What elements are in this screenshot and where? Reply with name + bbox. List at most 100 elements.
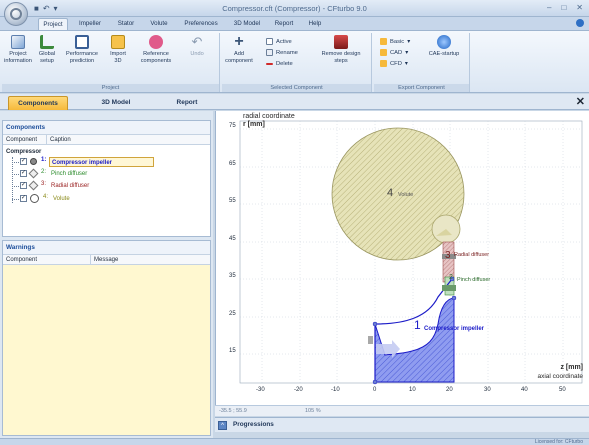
- component-number: 1:: [41, 157, 47, 163]
- x-tick-label: 20: [446, 387, 453, 393]
- tab-stator[interactable]: Stator: [113, 18, 139, 30]
- y-axis-caption: radial coordinate: [243, 113, 295, 120]
- tree-branch: [12, 186, 19, 187]
- reference-components-icon: [149, 35, 163, 49]
- export-cfd-button[interactable]: CFD ▾: [380, 59, 408, 68]
- checkbox-checked-icon[interactable]: ✓: [20, 182, 27, 189]
- cae-startup-label: CAE-startup: [428, 51, 460, 57]
- column-header-component: Component: [3, 135, 47, 144]
- undo-label: Undo: [190, 51, 204, 57]
- tab-preferences[interactable]: Preferences: [180, 18, 222, 30]
- tab-help[interactable]: Help: [305, 18, 325, 30]
- components-panel: Components Component Caption Compressor …: [2, 120, 211, 237]
- add-component-button[interactable]: + Add component: [224, 34, 254, 64]
- meridional-plot[interactable]: radial coordinate r [mm] 75 65 55 45 35 …: [215, 111, 589, 405]
- radial-diffuser-text-label: Radial diffuser: [454, 252, 490, 258]
- export-cad-icon: [380, 49, 387, 56]
- y-tick-label: 55: [229, 198, 236, 204]
- tree-line: [12, 157, 13, 203]
- close-panel-icon[interactable]: ✕: [576, 95, 585, 108]
- components-table-header: Component Caption: [3, 134, 210, 145]
- project-information-button[interactable]: Project information: [4, 35, 32, 64]
- import-3d-label: Import 3D: [110, 51, 126, 64]
- help-icon[interactable]: [576, 19, 584, 27]
- pinch-diffuser-number-label: 2: [449, 274, 453, 281]
- list-item-pinch-diffuser[interactable]: Pinch diffuser: [49, 169, 89, 179]
- performance-prediction-label: Performance prediction: [65, 51, 99, 64]
- import-3d-button[interactable]: Import 3D: [106, 35, 130, 64]
- tab-impeller[interactable]: Impeller: [76, 18, 104, 30]
- export-cfd-label: CFD: [390, 60, 402, 67]
- cae-startup-button[interactable]: CAE-startup: [422, 35, 466, 58]
- tab-project[interactable]: Project: [38, 18, 68, 30]
- tab-3d-model[interactable]: 3D Model: [232, 18, 262, 30]
- rename-icon: [266, 49, 273, 56]
- chevron-down-icon: ▾: [405, 49, 409, 56]
- global-setup-icon: [40, 35, 54, 49]
- project-information-label: Project information: [4, 51, 32, 64]
- volute-text-label: Volute: [398, 192, 414, 198]
- delete-label: Delete: [276, 60, 293, 67]
- tab-report-panel[interactable]: Report: [165, 96, 209, 110]
- tree-root-compressor[interactable]: Compressor: [6, 147, 41, 157]
- column-header-caption: Caption: [50, 137, 71, 143]
- warnings-panel-title: Warnings: [3, 241, 210, 254]
- pinch-diffuser-text-label: Pinch diffuser: [457, 277, 491, 283]
- checkbox-checked-icon[interactable]: ✓: [20, 158, 27, 165]
- tree-branch: [12, 199, 19, 200]
- expand-up-icon[interactable]: ^: [218, 421, 227, 430]
- undo-button[interactable]: ↶ Undo: [182, 35, 212, 58]
- plot-canvas: [239, 120, 583, 385]
- remove-design-steps-button[interactable]: Remove design steps: [318, 35, 364, 64]
- export-basic-button[interactable]: Basic ▾: [380, 37, 410, 46]
- tree-branch: [12, 174, 19, 175]
- window-title: Compressor.cft (Compressor) - CFturbo 9.…: [222, 4, 367, 13]
- warnings-table-header: Component Message: [3, 254, 210, 265]
- chevron-down-icon: ▾: [407, 38, 411, 45]
- progressions-bar[interactable]: ^ Progressions: [215, 417, 589, 432]
- tab-volute[interactable]: Volute: [146, 18, 172, 30]
- impeller-shape[interactable]: [374, 297, 455, 383]
- tab-report[interactable]: Report: [272, 18, 296, 30]
- list-item-radial-diffuser[interactable]: Radial diffuser: [49, 181, 91, 191]
- reference-components-button[interactable]: Reference components: [134, 35, 178, 64]
- panel-tab-bar: Components 3D Model Report ✕: [0, 94, 589, 110]
- rename-label: Rename: [276, 49, 298, 56]
- y-axis-unit: r [mm]: [243, 121, 265, 128]
- status-bar: Licensed for: CFturbo: [0, 438, 589, 445]
- x-tick-label: 50: [559, 387, 566, 393]
- impeller-number-label: 1: [414, 318, 421, 332]
- checkbox-checked-icon[interactable]: ✓: [20, 195, 27, 202]
- close-icon[interactable]: ✕: [576, 3, 583, 12]
- minimize-icon[interactable]: –: [547, 3, 551, 12]
- cursor-coordinates: -35.5 ; 55.9: [219, 408, 247, 414]
- progressions-label: Progressions: [233, 421, 274, 428]
- rename-button[interactable]: Rename: [266, 48, 298, 57]
- export-cad-label: CAD: [390, 49, 403, 56]
- checkbox-checked-icon[interactable]: ✓: [20, 170, 27, 177]
- x-axis-unit: z [mm]: [560, 364, 583, 371]
- y-tick-label: 35: [229, 273, 236, 279]
- delete-button[interactable]: Delete: [266, 59, 293, 68]
- component-number: 4:: [43, 194, 49, 200]
- list-item-volute[interactable]: Volute: [51, 194, 72, 204]
- x-tick-label: 0: [373, 387, 377, 393]
- global-setup-label: Global setup: [38, 51, 56, 64]
- performance-prediction-button[interactable]: Performance prediction: [62, 35, 102, 64]
- plot-status-line: -35.5 ; 55.9 105 %: [215, 405, 589, 416]
- tab-3d-model-panel[interactable]: 3D Model: [86, 96, 146, 110]
- project-information-icon: [11, 35, 25, 49]
- license-text: Licensed for: CFturbo: [534, 439, 583, 445]
- maximize-icon[interactable]: □: [561, 3, 566, 12]
- y-tick-label: 45: [229, 236, 236, 242]
- application-menu-button[interactable]: [4, 2, 28, 26]
- global-setup-button[interactable]: Global setup: [34, 35, 60, 64]
- radial-diffuser-number-label: 3: [445, 250, 451, 261]
- impeller-text-label: Compressor impeller: [424, 326, 485, 332]
- export-cad-button[interactable]: CAD ▾: [380, 48, 408, 57]
- tab-components[interactable]: Components: [8, 96, 68, 110]
- active-toggle[interactable]: Active: [266, 37, 292, 46]
- remove-design-steps-label: Remove design steps: [321, 51, 361, 64]
- x-tick-label: -20: [294, 387, 303, 393]
- list-item-compressor-impeller[interactable]: Compressor impeller: [49, 157, 154, 167]
